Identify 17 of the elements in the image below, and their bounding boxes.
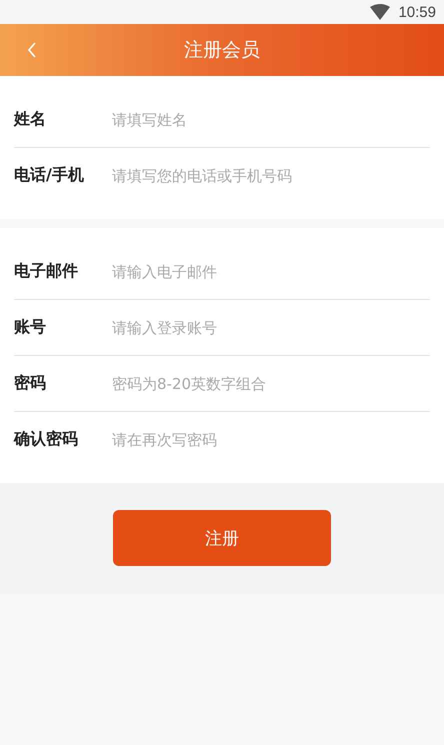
field-label: 电话/手机 [14,165,85,186]
input-field[interactable]: 请在再次写密码 [112,430,430,448]
input-field[interactable]: 请填写姓名 [112,110,430,128]
register-button[interactable]: 注册 [113,510,331,566]
field-label: 姓名 [14,109,47,130]
field-label: 确认密码 [14,429,79,450]
input-field[interactable]: 请输入登录账号 [112,318,430,336]
back-icon[interactable] [27,42,37,58]
field-label: 电子邮件 [14,261,79,282]
wifi-icon [370,4,390,20]
input-field[interactable]: 密码为8-20英数字组合 [112,374,430,392]
field-label: 密码 [14,373,47,394]
page-title: 注册会员 [184,38,260,63]
status-time: 10:59 [398,4,436,20]
input-field[interactable]: 请填写您的电话或手机号码 [112,166,430,184]
input-field[interactable]: 请输入电子邮件 [112,262,430,280]
field-label: 账号 [14,317,47,338]
